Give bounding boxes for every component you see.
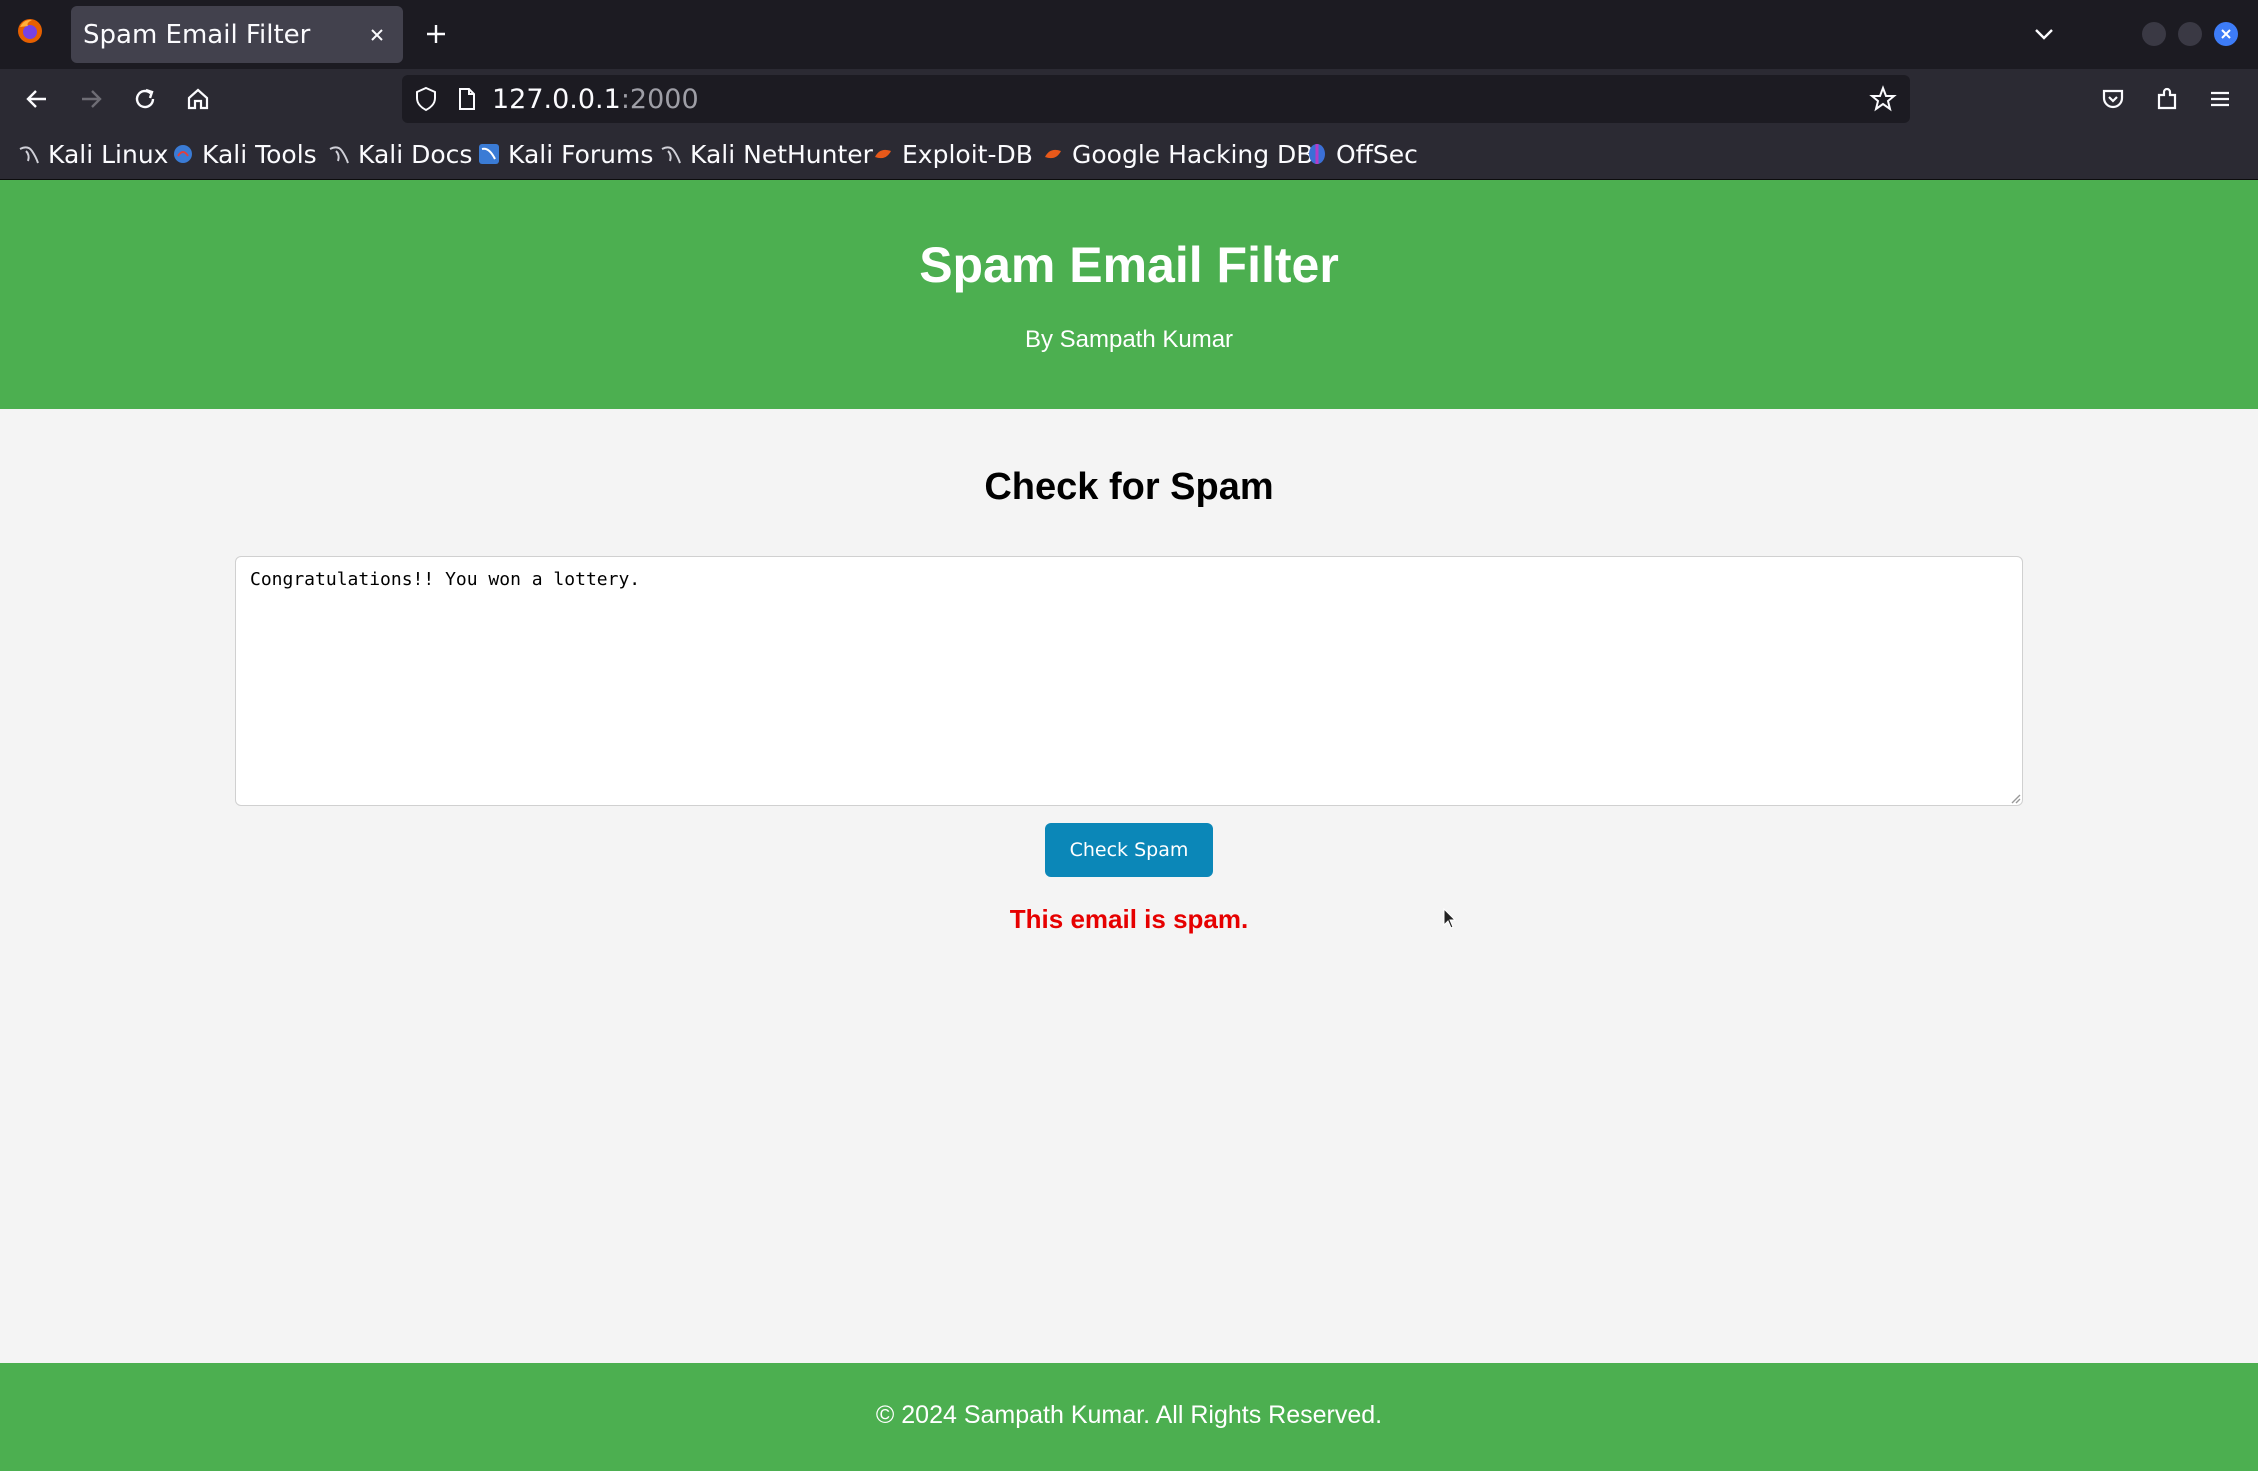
- kali-dragon-icon: [19, 146, 39, 164]
- bookmark-kali-forums[interactable]: Kali Forums: [478, 137, 653, 171]
- kali-dragon-icon: [661, 146, 681, 164]
- url-host: 127.0.0.1: [492, 84, 621, 115]
- bookmark-label: Kali Tools: [202, 139, 317, 169]
- resize-grip-icon[interactable]: [2009, 792, 2021, 804]
- new-tab-icon[interactable]: [418, 16, 454, 52]
- web-page: Spam Email Filter By Sampath Kumar Check…: [0, 180, 2258, 1471]
- check-spam-button[interactable]: Check Spam: [1045, 823, 1213, 877]
- bookmark-offsec[interactable]: OffSec: [1306, 137, 1418, 171]
- exploit-db-icon: [1045, 149, 1061, 159]
- bookmark-kali-linux[interactable]: Kali Linux: [18, 137, 168, 171]
- url-bar[interactable]: 127.0.0.1:2000: [402, 75, 1910, 123]
- page-header: Spam Email Filter By Sampath Kumar: [0, 180, 2258, 409]
- bookmark-exploit-db[interactable]: Exploit-DB: [872, 137, 1033, 171]
- url-text[interactable]: 127.0.0.1:2000: [492, 84, 699, 115]
- bookmark-label: Kali Docs: [358, 139, 473, 169]
- browser-tab-bar: Spam Email Filter: [0, 0, 2258, 69]
- kali-forums-icon: [479, 144, 499, 164]
- author-byline: By Sampath Kumar: [1024, 326, 1234, 353]
- kali-dragon-icon: [329, 146, 349, 164]
- bookmark-label: Kali Linux: [48, 139, 169, 169]
- forward-arrow-icon[interactable]: [72, 80, 110, 118]
- bookmark-kali-docs[interactable]: Kali Docs: [328, 137, 472, 171]
- minimize-window-button[interactable]: [2142, 22, 2166, 46]
- mouse-cursor-icon: [1443, 908, 1457, 929]
- shield-icon[interactable]: [414, 86, 438, 112]
- exploit-db-icon: [875, 149, 891, 159]
- tab-spam-email-filter[interactable]: Spam Email Filter: [71, 6, 403, 63]
- email-textarea[interactable]: Congratulations!! You won a lottery.: [235, 556, 2023, 806]
- chevron-down-icon[interactable]: [2026, 16, 2062, 52]
- bookmarks-toolbar: Kali Linux Kali Tools Kali Docs Kali For…: [0, 129, 2258, 180]
- bookmark-label: Google Hacking DB: [1072, 139, 1314, 169]
- url-port: :2000: [620, 84, 699, 115]
- close-window-button[interactable]: [2214, 22, 2238, 46]
- maximize-window-button[interactable]: [2178, 22, 2202, 46]
- pocket-icon[interactable]: [2094, 80, 2132, 118]
- bookmark-label: Kali Forums: [508, 139, 654, 169]
- reload-icon[interactable]: [126, 80, 164, 118]
- menu-hamburger-icon[interactable]: [2201, 80, 2239, 118]
- back-arrow-icon[interactable]: [18, 80, 56, 118]
- spam-result-message: This email is spam.: [1009, 904, 1249, 934]
- bookmark-label: Kali NetHunter: [690, 139, 873, 169]
- bookmark-star-icon[interactable]: [1869, 85, 1897, 113]
- bookmark-kali-nethunter[interactable]: Kali NetHunter: [660, 137, 873, 171]
- firefox-icon[interactable]: [16, 17, 44, 45]
- browser-nav-bar: 127.0.0.1:2000: [0, 69, 2258, 129]
- page-title: Spam Email Filter: [919, 237, 1339, 293]
- page-icon: [459, 88, 475, 110]
- home-icon[interactable]: [179, 80, 217, 118]
- section-title: Check for Spam: [984, 466, 1274, 508]
- close-tab-icon[interactable]: [359, 17, 395, 53]
- extensions-icon[interactable]: [2148, 80, 2186, 118]
- bookmark-label: OffSec: [1336, 139, 1418, 169]
- tab-title: Spam Email Filter: [83, 19, 311, 50]
- page-footer: © 2024 Sampath Kumar. All Rights Reserve…: [0, 1363, 2258, 1471]
- bookmark-kali-tools[interactable]: Kali Tools: [172, 137, 317, 171]
- copyright-text: © 2024 Sampath Kumar. All Rights Reserve…: [875, 1401, 1383, 1429]
- bookmark-label: Exploit-DB: [902, 139, 1033, 169]
- offsec-icon: [1309, 144, 1325, 164]
- bookmark-google-hacking-db[interactable]: Google Hacking DB: [1042, 137, 1313, 171]
- kali-tools-icon: [174, 145, 192, 163]
